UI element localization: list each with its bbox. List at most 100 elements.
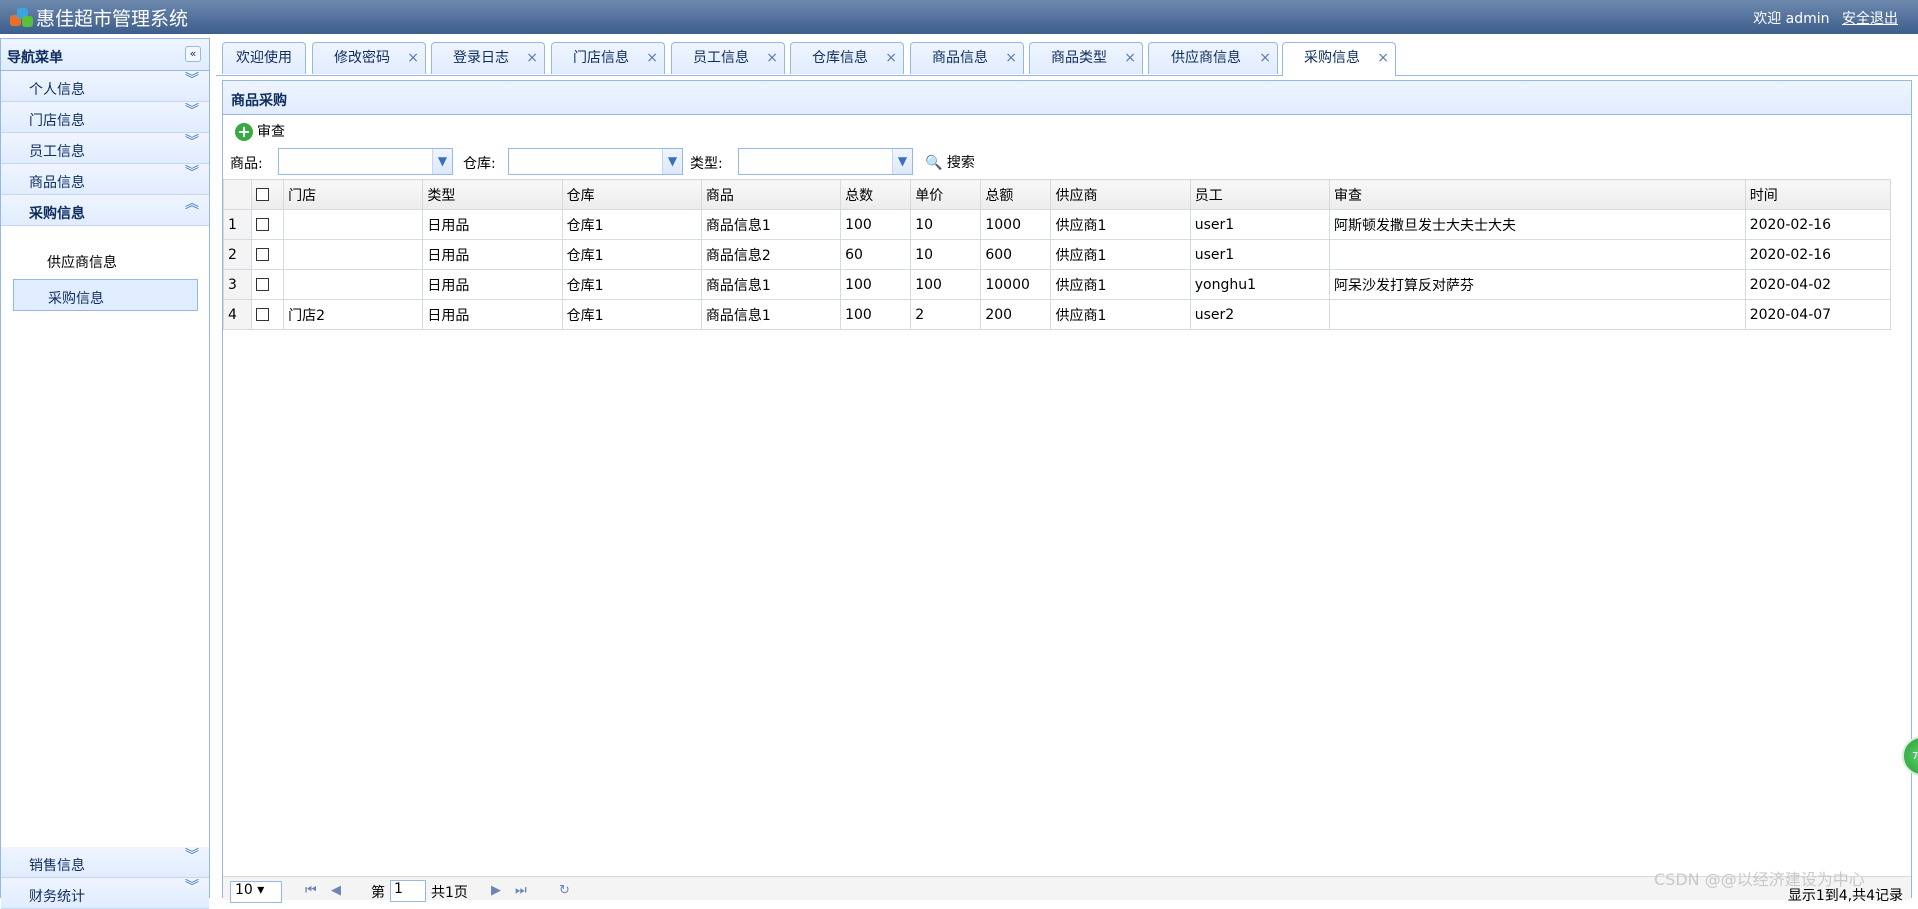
row-number-header bbox=[222, 179, 253, 210]
cell bbox=[283, 269, 424, 300]
chevron-down-icon: ︾ bbox=[185, 848, 199, 864]
nav-group-store[interactable]: 门店信息 ︾ bbox=[1, 102, 209, 133]
next-page-icon[interactable]: ▶ bbox=[491, 883, 501, 898]
row-checkbox[interactable] bbox=[256, 248, 270, 261]
sidebar-item-supplier[interactable]: 供应商信息 bbox=[13, 244, 198, 276]
tab-product-type[interactable]: 商品类型 × bbox=[1029, 42, 1143, 74]
tab-purchase-info[interactable]: 采购信息 × bbox=[1282, 42, 1396, 76]
row-checkbox[interactable] bbox=[256, 218, 270, 231]
tab-staff-info[interactable]: 员工信息 × bbox=[671, 42, 785, 74]
nav-group-staff[interactable]: 员工信息 ︾ bbox=[1, 133, 209, 164]
page-input[interactable]: 1 bbox=[390, 880, 426, 902]
tab-label: 门店信息 bbox=[573, 50, 629, 66]
close-icon[interactable]: × bbox=[766, 43, 778, 73]
table-row[interactable]: 3 日用品 仓库1 商品信息1 100 100 10000 供应商1 yongh… bbox=[222, 269, 1892, 300]
chevron-down-icon: ▼ bbox=[892, 149, 912, 174]
nav-title: 导航菜单 bbox=[7, 50, 63, 66]
cell: 供应商1 bbox=[1050, 269, 1191, 300]
total-pages: 共1页 bbox=[431, 885, 468, 901]
tab-label: 采购信息 bbox=[1304, 50, 1360, 66]
table-row[interactable]: 4 门店2 日用品 仓库1 商品信息1 100 2 200 供应商1 user2… bbox=[222, 299, 1892, 330]
col-header[interactable]: 总数 bbox=[840, 179, 912, 210]
close-icon[interactable]: × bbox=[526, 43, 538, 73]
row-select-cell bbox=[251, 239, 285, 270]
row-select-cell bbox=[251, 209, 285, 240]
tab-product-info[interactable]: 商品信息 × bbox=[910, 42, 1024, 74]
tab-warehouse-info[interactable]: 仓库信息 × bbox=[790, 42, 904, 74]
chevron-down-icon: ▼ bbox=[662, 149, 682, 174]
close-icon[interactable]: × bbox=[407, 43, 419, 73]
close-icon[interactable]: × bbox=[885, 43, 897, 73]
logout-link[interactable]: 安全退出 bbox=[1842, 11, 1898, 27]
cell: 2 bbox=[910, 299, 982, 330]
cell: 门店2 bbox=[283, 299, 424, 330]
cell: 阿呆沙发打算反对萨芬 bbox=[1328, 269, 1746, 300]
close-icon[interactable]: × bbox=[1377, 43, 1389, 73]
page-size-select[interactable]: 10 ▾ bbox=[230, 881, 282, 903]
search-button[interactable]: 🔍 搜索 bbox=[925, 152, 975, 172]
table-row[interactable]: 2 日用品 仓库1 商品信息2 60 10 600 供应商1 user1 202… bbox=[222, 239, 1892, 270]
col-header[interactable]: 仓库 bbox=[561, 179, 702, 210]
tab-login-log[interactable]: 登录日志 × bbox=[431, 42, 545, 74]
row-checkbox[interactable] bbox=[256, 278, 270, 291]
tab-label: 登录日志 bbox=[453, 50, 509, 66]
col-header[interactable]: 类型 bbox=[422, 179, 563, 210]
tab-store-info[interactable]: 门店信息 × bbox=[551, 42, 665, 74]
col-header[interactable]: 审查 bbox=[1328, 179, 1746, 210]
cell: 2020-04-07 bbox=[1744, 299, 1892, 330]
close-icon[interactable]: × bbox=[646, 43, 658, 73]
nav-group-purchase[interactable]: 采购信息 ︽ bbox=[1, 195, 209, 226]
close-icon[interactable]: × bbox=[1259, 43, 1271, 73]
nav-group-finance[interactable]: 财务统计 ︾ bbox=[1, 878, 209, 909]
col-header[interactable]: 门店 bbox=[283, 179, 424, 210]
review-button[interactable]: + 审查 bbox=[235, 121, 285, 141]
nav-group-product[interactable]: 商品信息 ︾ bbox=[1, 164, 209, 195]
product-select[interactable]: ▼ bbox=[278, 148, 453, 175]
nav-group-sales[interactable]: 销售信息 ︾ bbox=[1, 847, 209, 878]
logo-icon bbox=[10, 8, 34, 28]
type-select[interactable]: ▼ bbox=[738, 148, 913, 175]
cell: user2 bbox=[1189, 299, 1330, 330]
search-row: 商品: ▼ 仓库: ▼ 类型: ▼ 🔍 搜索 bbox=[223, 145, 1911, 177]
close-icon[interactable]: × bbox=[1124, 43, 1136, 73]
nav-group-label: 个人信息 bbox=[29, 82, 85, 98]
close-icon[interactable]: × bbox=[1005, 43, 1017, 73]
cell bbox=[1328, 299, 1746, 330]
cell: 仓库1 bbox=[561, 239, 702, 270]
collapse-icon[interactable]: « bbox=[185, 46, 201, 62]
row-select-cell bbox=[251, 269, 285, 300]
chevron-down-icon: ︾ bbox=[185, 103, 199, 119]
col-header[interactable]: 时间 bbox=[1744, 179, 1892, 210]
last-page-icon[interactable]: ⏭ bbox=[515, 883, 527, 898]
tab-welcome[interactable]: 欢迎使用 bbox=[222, 42, 306, 74]
col-header[interactable]: 商品 bbox=[700, 179, 842, 210]
warehouse-select[interactable]: ▼ bbox=[508, 148, 683, 175]
tab-change-password[interactable]: 修改密码 × bbox=[312, 42, 426, 74]
prev-page-icon[interactable]: ◀ bbox=[331, 883, 341, 898]
row-checkbox[interactable] bbox=[256, 308, 270, 321]
cell: 10 bbox=[910, 239, 982, 270]
col-header[interactable]: 单价 bbox=[910, 179, 982, 210]
refresh-icon[interactable]: ↻ bbox=[559, 883, 570, 898]
col-header[interactable]: 供应商 bbox=[1050, 179, 1191, 210]
nav-group-label: 销售信息 bbox=[29, 858, 85, 874]
sidebar-item-purchase[interactable]: 采购信息 bbox=[13, 279, 198, 311]
select-all-checkbox[interactable] bbox=[256, 188, 270, 201]
cell: 商品信息1 bbox=[700, 269, 842, 300]
col-header[interactable]: 总额 bbox=[980, 179, 1052, 210]
app-header: 惠佳超市管理系统 欢迎 admin 安全退出 bbox=[0, 0, 1918, 34]
row-number: 2 bbox=[222, 239, 253, 270]
cell bbox=[283, 239, 424, 270]
first-page-icon[interactable]: ⏮ bbox=[305, 883, 317, 898]
cell: 100 bbox=[840, 299, 912, 330]
nav-group-personal[interactable]: 个人信息 ︾ bbox=[1, 71, 209, 102]
tab-bar: 欢迎使用 修改密码 × 登录日志 × 门店信息 × 员工信息 × 仓库信息 × 商品信息 ×… bbox=[216, 38, 1918, 76]
table-row[interactable]: 1 日用品 仓库1 商品信息1 100 10 1000 供应商1 user1 阿… bbox=[222, 209, 1892, 240]
cell: 2020-02-16 bbox=[1744, 209, 1892, 240]
row-number: 3 bbox=[222, 269, 253, 300]
app-title: 惠佳超市管理系统 bbox=[36, 8, 189, 30]
col-header[interactable]: 员工 bbox=[1189, 179, 1330, 210]
chevron-down-icon: ︾ bbox=[185, 879, 199, 895]
cell: 商品信息1 bbox=[700, 299, 842, 330]
tab-supplier-info[interactable]: 供应商信息 × bbox=[1148, 42, 1278, 74]
